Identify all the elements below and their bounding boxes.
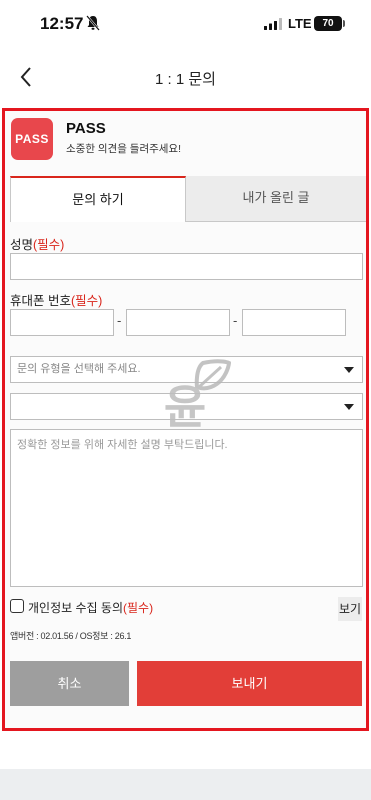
name-input[interactable] <box>10 253 363 280</box>
status-time: 12:57 <box>40 14 84 33</box>
phone-separator-1: - <box>117 313 122 328</box>
phone-separator-2: - <box>233 313 238 328</box>
caret-down-icon <box>344 404 354 410</box>
phone-label-text: 휴대폰 번호 <box>10 294 71 308</box>
name-required-mark: (필수) <box>33 238 65 252</box>
phone-required-mark: (필수) <box>70 294 103 308</box>
consent-label-text: 개인정보 수집 동의 <box>28 601 123 615</box>
pass-logo: PASS <box>11 118 53 160</box>
inquiry-form-frame: PASS PASS 소중한 의견을 들려주세요! 문의 하기 내가 올린 글 성… <box>2 108 369 731</box>
name-label-text: 성명 <box>10 238 34 252</box>
phone-label: 휴대폰 번호(필수) <box>10 290 102 309</box>
nav-bar: 1 : 1 문의 <box>0 52 371 102</box>
app-name: PASS <box>66 120 106 137</box>
page-title: 1 : 1 문의 <box>155 71 216 88</box>
send-button[interactable]: 보내기 <box>137 661 362 706</box>
battery-icon: 70 <box>314 16 342 31</box>
bell-off-icon <box>86 15 100 31</box>
version-info: 앱버전 : 02.01.56 / OS정보 : 26.1 <box>10 631 132 641</box>
phone-part-1-input[interactable] <box>10 309 114 336</box>
network-type: LTE <box>288 16 312 31</box>
phone-part-2-input[interactable] <box>126 309 230 336</box>
battery-tip <box>343 20 345 27</box>
signal-icon <box>264 18 282 30</box>
watermark-logo: 윤 <box>164 359 231 434</box>
phone-part-3-input[interactable] <box>242 309 346 336</box>
consent-checkbox[interactable] <box>10 599 24 613</box>
caret-down-icon <box>344 367 354 373</box>
app-header: PASS PASS 소중한 의견을 들려주세요! <box>11 116 361 166</box>
watermark-text: 윤 <box>164 380 206 434</box>
cancel-button[interactable]: 취소 <box>10 661 129 706</box>
tab-my-posts[interactable]: 내가 올린 글 <box>186 176 366 222</box>
bottom-bar <box>0 769 371 800</box>
view-terms-button[interactable]: 보기 <box>338 597 362 621</box>
tab-bar: 문의 하기 내가 올린 글 <box>10 176 366 222</box>
status-bar: 12:57 LTE 70 <box>0 0 371 48</box>
tab-inquiry[interactable]: 문의 하기 <box>10 176 186 222</box>
message-textarea[interactable]: 정확한 정보를 위해 자세한 설명 부탁드립니다. <box>10 429 363 587</box>
inquiry-type-placeholder: 문의 유형을 선택해 주세요. <box>17 363 141 375</box>
consent-label: 개인정보 수집 동의(필수) <box>28 599 153 616</box>
name-label: 성명(필수) <box>10 234 64 253</box>
consent-required-mark: (필수) <box>123 601 154 615</box>
app-subtitle: 소중한 의견을 들려주세요! <box>66 143 182 155</box>
